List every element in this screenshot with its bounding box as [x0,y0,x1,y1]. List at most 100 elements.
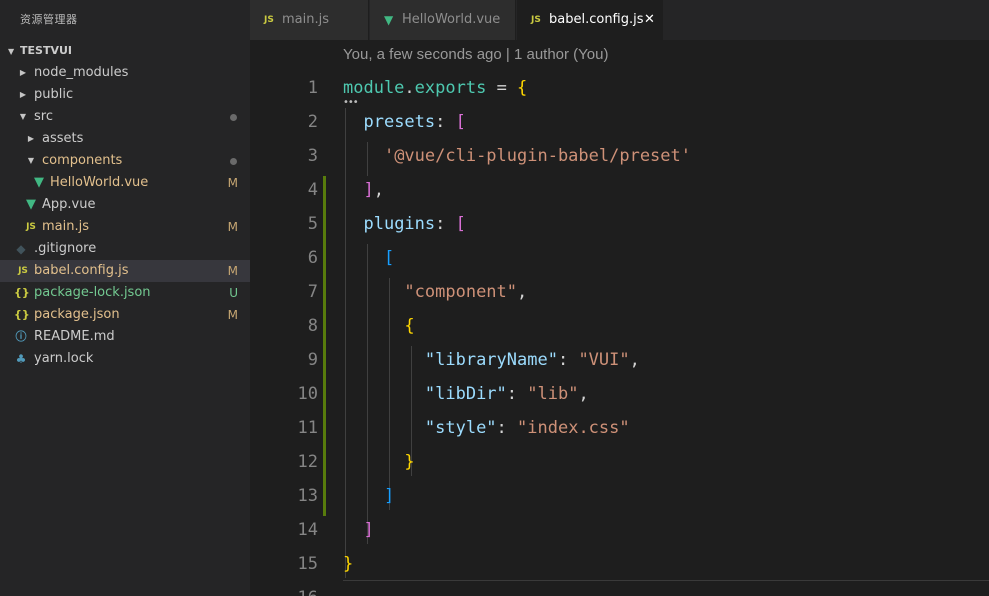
git-modified-marker [323,380,326,414]
tree-item-public[interactable]: ▶ public [0,84,250,106]
yarn-icon: ♣ [15,352,27,366]
chevron-down-icon: ▼ [27,156,35,165]
tab-label: babel.config.js [549,12,644,27]
line-number: 10 [297,384,318,404]
line-number: 3 [307,146,318,166]
tree-item-label: HelloWorld.vue [50,175,149,190]
js-icon: JS [18,266,28,276]
tree-item-app-vue[interactable]: ▼ App.vue [0,194,250,216]
tab-label: HelloWorld.vue [402,12,501,27]
git-modified-marker [323,312,326,346]
line-number: 6 [307,248,318,268]
tree-item-label: package-lock.json [34,285,151,300]
code-line-12[interactable]: } [343,452,414,472]
git-status-badge: M [227,176,238,190]
tree-item-yarn-lock[interactable]: ♣ yarn.lock [0,348,250,370]
line-number: 15 [297,554,318,574]
tree-item-label: public [34,87,74,102]
git-icon: ◆ [16,242,26,256]
modified-dot-icon [230,158,237,165]
json-icon: {} [14,286,30,299]
line-number: 14 [297,520,318,540]
code-line-3[interactable]: '@vue/cli-plugin-babel/preset' [343,146,691,166]
tree-item-assets[interactable]: ▶ assets [0,128,250,150]
tree-item-readme-md[interactable]: ⓘ README.md [0,326,250,348]
modified-dot-icon [230,114,237,121]
git-modified-marker [323,278,326,312]
js-icon: JS [264,15,274,25]
editor-horizontal-rule [343,580,989,581]
chevron-right-icon: ▶ [19,68,27,77]
git-status-badge: M [227,220,238,234]
code-line-8[interactable]: { [343,316,414,336]
tree-item-label: src [34,109,53,124]
line-number: 5 [307,214,318,234]
line-number: 2 [307,112,318,132]
code-line-7[interactable]: "component", [343,282,527,302]
git-status-badge: M [227,308,238,322]
git-status-badge: M [227,264,238,278]
code-line-5[interactable]: plugins: [ [343,214,465,234]
code-line-11[interactable]: "style": "index.css" [343,418,630,438]
tree-item-label: babel.config.js [34,263,129,278]
codelens-blame[interactable]: You, a few seconds ago | 1 author (You) [343,46,608,63]
code-line-10[interactable]: "libDir": "lib", [343,384,589,404]
code-line-6[interactable]: [ [343,248,394,268]
tree-item-helloworld-vue[interactable]: ▼ HelloWorld.vue M [0,172,250,194]
editor-tab-bar: JS main.js ▼ HelloWorld.vue JS babel.con… [250,0,989,40]
git-modified-marker [323,482,326,516]
folded-ellipsis-icon[interactable]: ••• [343,97,359,108]
git-modified-marker [323,346,326,380]
tab-main-js[interactable]: JS main.js [250,0,369,40]
file-tree: ▶ node_modules ▶ public ▼ src ▶ assets ▼… [0,62,250,370]
git-modified-marker [323,244,326,278]
tree-item-gitignore[interactable]: ◆ .gitignore [0,238,250,260]
code-line-2[interactable]: presets: [ [343,112,465,132]
line-number: 8 [307,316,318,336]
chevron-down-icon: ▼ [19,112,27,121]
code-line-13[interactable]: ] [343,486,394,506]
line-number: 4 [307,180,318,200]
tree-item-label: assets [42,131,84,146]
code-editor[interactable]: You, a few seconds ago | 1 author (You) … [250,40,989,596]
code-line-15[interactable]: } [343,554,353,574]
line-number: 13 [297,486,318,506]
line-number: 16 [250,588,318,596]
code-line-4[interactable]: ], [343,180,384,200]
code-line-9[interactable]: "libraryName": "VUI", [343,350,640,370]
tab-babel-config-js[interactable]: JS babel.config.js ✕ [517,0,663,40]
indent-guide [345,108,346,578]
tree-item-package-lock-json[interactable]: {} package-lock.json U [0,282,250,304]
explorer-sidebar: 资源管理器 ▼ TESTVUI ▶ node_modules ▶ public ▼… [0,0,250,596]
tree-item-label: App.vue [42,197,96,212]
tree-item-label: README.md [34,329,115,344]
vue-icon: ▼ [384,13,394,27]
js-icon: JS [26,222,36,232]
line-number: 7 [307,282,318,302]
tree-item-label: yarn.lock [34,351,94,366]
tree-item-label: package.json [34,307,120,322]
git-modified-marker [323,414,326,448]
tree-item-main-js[interactable]: JS main.js M [0,216,250,238]
git-status-badge: U [229,286,238,300]
line-number: 9 [307,350,318,370]
vue-icon: ▼ [34,175,44,190]
tree-item-babel-config-js[interactable]: JS babel.config.js M [0,260,250,282]
code-line-1[interactable]: module.exports = { [343,78,527,98]
tree-item-package-json[interactable]: {} package.json M [0,304,250,326]
project-name: TESTVUI [20,44,72,57]
line-number: 1 [307,78,318,98]
git-modified-marker [323,176,326,210]
code-line-14[interactable]: ] [343,520,373,540]
git-modified-marker [323,210,326,244]
line-number: 11 [297,418,318,438]
tree-item-src[interactable]: ▼ src [0,106,250,128]
close-icon[interactable]: ✕ [644,0,655,40]
tab-label: main.js [282,12,329,27]
tree-item-components[interactable]: ▼ components [0,150,250,172]
project-section-header[interactable]: ▼ TESTVUI [0,40,250,62]
tree-item-node-modules[interactable]: ▶ node_modules [0,62,250,84]
tab-helloworld-vue[interactable]: ▼ HelloWorld.vue [370,0,516,40]
vue-icon: ▼ [26,197,36,212]
tree-item-label: main.js [42,219,89,234]
